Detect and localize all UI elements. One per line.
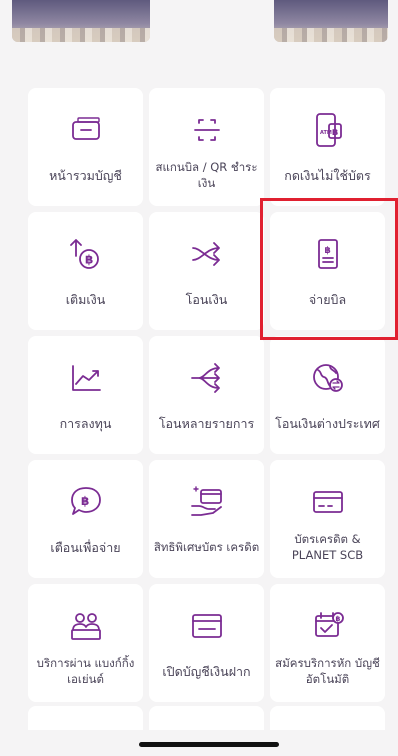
next-row-partial [28,706,385,736]
tile-label: สแกนบิล / QR ชำระเงิน [155,160,258,190]
banner-image-left [12,0,150,42]
tile-payment-reminder[interactable]: ฿ เตือนเพื่อจ่าย [28,460,143,578]
shuffle-arrows-icon [185,232,229,276]
home-indicator[interactable] [139,742,279,747]
tile-auto-debit[interactable]: ฿ สมัครบริการหัก บัญชีอัตโนมัติ [270,584,385,702]
tile-label: กดเงินไม่ใช้บัตร [284,167,371,183]
tile-label: การลงทุน [59,415,112,431]
baht-chat-icon: ฿ [64,480,108,524]
tile-label: เปิดบัญชีเงินฝาก [162,663,251,679]
calendar-check-icon: ฿ [306,604,350,648]
multi-arrows-icon [185,356,229,400]
svg-text:ATM: ATM [320,130,332,136]
tile-label: เติมเงิน [65,291,106,307]
tile-credit-card-planet[interactable]: บัตรเครดิต & PLANET SCB [270,460,385,578]
tile-international-transfer[interactable]: โอนเงินต่างประเทศ [270,336,385,454]
tile-label: จ่ายบิล [308,291,347,307]
tile-invest[interactable]: การลงทุน [28,336,143,454]
banner-notch [150,0,274,44]
tile-label: โอนเงินต่างประเทศ [275,415,380,431]
card-hand-icon [185,480,229,524]
scan-frame-icon [185,108,229,152]
tile-account-summary[interactable]: หน้ารวมบัญชี [28,88,143,206]
agent-people-icon [64,604,108,648]
chart-trend-icon [64,356,108,400]
menu-grid: หน้ารวมบัญชี สแกนบิล / QR ชำระเงิน ATM ฿ … [28,88,385,702]
bill-receipt-icon: ฿ [306,232,350,276]
tile-top-up[interactable]: ฿ เติมเงิน [28,212,143,330]
tile-partial[interactable] [28,706,143,730]
tile-credit-card-privileges[interactable]: สิทธิพิเศษบัตร เครดิต [149,460,264,578]
tile-label: สมัครบริการหัก บัญชีอัตโนมัติ [275,656,380,686]
wallet-card-icon [64,108,108,152]
globe-exchange-icon [306,356,350,400]
tile-scan-qr[interactable]: สแกนบิล / QR ชำระเงิน [149,88,264,206]
tile-label: โอนเงิน [185,291,228,307]
svg-text:฿: ฿ [85,253,93,267]
tile-label: เตือนเพื่อจ่าย [50,539,121,555]
banner-image-right [274,0,388,42]
baht-topup-icon: ฿ [64,232,108,276]
tile-open-deposit[interactable]: เปิดบัญชีเงินฝาก [149,584,264,702]
tile-label: โอนหลายรายการ [158,415,255,431]
svg-text:฿: ฿ [81,494,89,508]
tile-pay-bill[interactable]: ฿ จ่ายบิล [270,212,385,330]
tile-partial[interactable] [270,706,385,730]
wallet-open-icon [185,604,229,648]
tile-transfer[interactable]: โอนเงิน [149,212,264,330]
tile-multi-transfer[interactable]: โอนหลายรายการ [149,336,264,454]
promo-banner[interactable] [0,0,398,44]
tile-partial[interactable] [149,706,264,730]
svg-text:฿: ฿ [324,246,330,256]
atm-phone-icon: ATM ฿ [306,108,350,152]
tile-label: บริการผ่าน แบงก์กิ้งเอเย่นต์ [36,656,135,686]
tile-label: หน้ารวมบัญชี [49,167,122,183]
credit-card-icon [306,480,350,524]
tile-label: บัตรเครดิต & PLANET SCB [291,532,364,562]
tile-cardless-withdraw[interactable]: ATM ฿ กดเงินไม่ใช้บัตร [270,88,385,206]
tile-agent-banking[interactable]: บริการผ่าน แบงก์กิ้งเอเย่นต์ [28,584,143,702]
svg-text:฿: ฿ [332,128,338,138]
svg-text:฿: ฿ [335,615,340,623]
tile-label: สิทธิพิเศษบัตร เครดิต [153,540,260,554]
